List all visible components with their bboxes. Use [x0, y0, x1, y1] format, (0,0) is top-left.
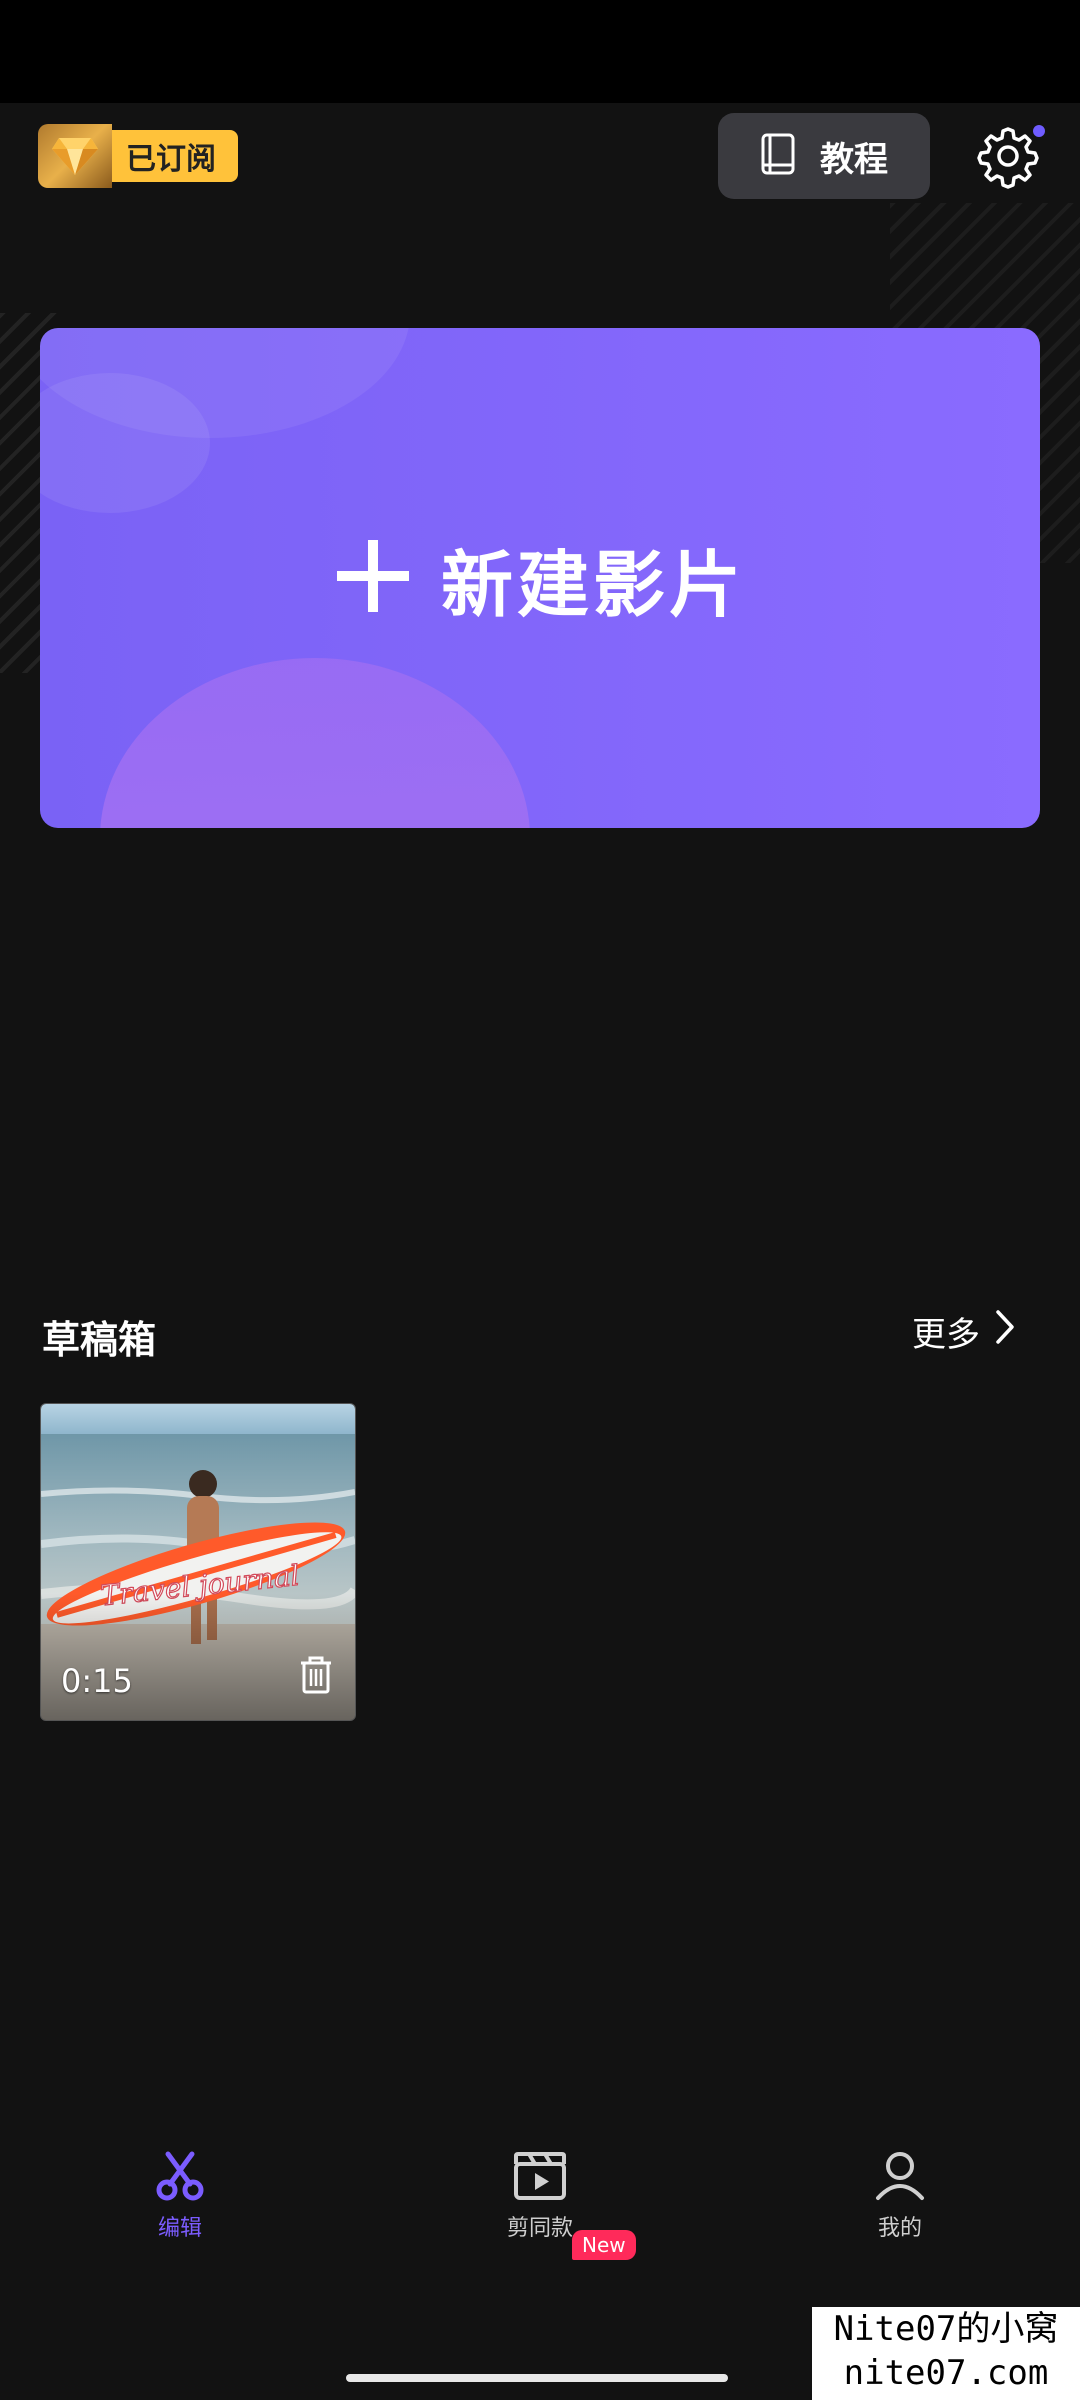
gear-icon: [975, 127, 1041, 193]
new-project-label: 新建影片: [440, 542, 745, 627]
diamond-icon: [38, 124, 112, 188]
nav-label-profile: 我的: [877, 2216, 922, 2241]
clapperboard-icon: [513, 2150, 567, 2206]
watermark-line2: nite07.com: [843, 2353, 1049, 2393]
drafts-more-label: 更多: [912, 1315, 980, 1355]
nav-item-edit[interactable]: 编辑: [80, 2150, 280, 2242]
subscription-badge[interactable]: 已订阅: [38, 124, 238, 188]
tutorial-button[interactable]: 教程: [718, 113, 930, 199]
draft-item[interactable]: Travel journal 0:15: [40, 1403, 356, 1721]
watermark: Nite07的小窝 nite07.com: [812, 2307, 1080, 2400]
plus-icon: [335, 538, 411, 618]
drafts-more-link[interactable]: 更多: [912, 1307, 1016, 1356]
book-icon: [760, 132, 798, 180]
status-bar: [0, 0, 1080, 103]
watermark-line1: Nite07的小窝: [833, 2309, 1059, 2349]
nav-label-edit: 编辑: [157, 2216, 202, 2241]
new-badge: New: [572, 2230, 636, 2260]
home-indicator[interactable]: [346, 2374, 728, 2382]
draft-duration: 0:15: [61, 1662, 133, 1700]
person-icon: [873, 2150, 927, 2206]
nav-label-template: 剪同款: [506, 2216, 573, 2241]
nav-item-template[interactable]: 剪同款: [440, 2150, 640, 2242]
drafts-title: 草稿箱: [42, 1318, 157, 1362]
trash-icon[interactable]: [299, 1656, 339, 1700]
new-project-card[interactable]: 新建影片: [40, 328, 1040, 828]
tutorial-label: 教程: [820, 139, 888, 180]
settings-button[interactable]: [975, 123, 1045, 193]
bottom-nav: 编辑 剪同款 我的: [0, 2140, 1080, 2297]
notification-dot: [1033, 125, 1045, 137]
nav-item-profile[interactable]: 我的: [800, 2150, 1000, 2242]
chevron-right-icon: [994, 1309, 1016, 1354]
new-project-content: 新建影片: [40, 328, 1040, 828]
scissors-icon: [154, 2150, 206, 2206]
subscription-label: 已订阅: [112, 130, 238, 182]
app-screen: 已订阅 教程 新建影片 草稿箱 更多 0:15: [0, 103, 1080, 2400]
